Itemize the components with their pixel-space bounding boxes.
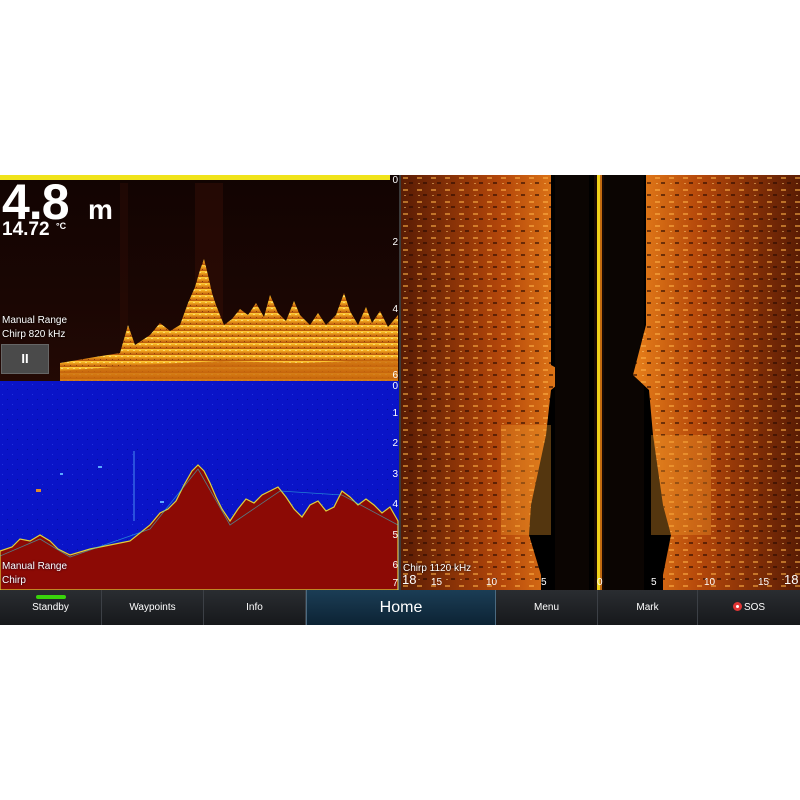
lower-scale-5: 5 [392,530,398,541]
home-label: Home [379,599,423,616]
lower-scale-4: 4 [392,499,398,510]
lower-scale-7: 7 [392,578,398,589]
standby-label: Standby [32,602,69,613]
lower-frequency: Chirp [2,575,26,586]
clearvu-sonar-returns [0,381,400,590]
side-scale-left-10: 10 [486,577,498,588]
upper-scale-2: 2 [392,237,398,248]
side-scale-right-10: 10 [704,577,716,588]
standby-indicator [36,595,66,599]
upper-scale-6: 6 [392,370,398,381]
upper-scale-0: 0 [392,175,398,186]
upper-frequency: Chirp 820 kHz [2,329,66,340]
pause-button[interactable]: II [1,344,49,374]
depth-unit: m [88,194,113,225]
lower-scale-3: 3 [392,469,398,480]
mark-button[interactable]: Mark [598,590,698,625]
side-scale-right-15: 15 [758,577,770,588]
lifebuoy-icon [732,602,742,611]
upper-range-mode: Manual Range [2,315,68,326]
side-scale-left-18: 18 [402,572,417,587]
sos-label: SOS [743,602,766,613]
upper-scale-4: 4 [392,304,398,315]
traditional-sonar-panel[interactable]: 4.8 m 14.72 °C Manual Range Chirp 820 kH… [0,175,400,381]
side-scale-right-5: 5 [651,577,657,588]
home-button[interactable]: Home [306,590,496,625]
standby-button[interactable]: Standby [0,590,102,625]
side-imaging-panel[interactable]: Chirp 1120 kHz 18 15 10 5 0 5 10 15 18 [401,175,800,590]
temperature-unit: °C [56,221,67,231]
info-button[interactable]: Info [204,590,306,625]
mark-label: Mark [636,602,659,613]
waypoints-button[interactable]: Waypoints [102,590,204,625]
water-temperature: 14.72 [2,219,50,240]
info-label: Info [246,602,263,613]
side-imaging-returns [401,175,800,590]
menu-label: Menu [533,602,559,613]
side-scale-left-5: 5 [541,577,547,588]
sonar-screen: 4.8 m 14.72 °C Manual Range Chirp 820 kH… [0,175,800,625]
lower-scale-6: 6 [392,560,398,571]
clearvu-sonar-panel[interactable]: Manual Range Chirp 0 1 2 3 4 5 6 7 [0,381,400,590]
waypoints-label: Waypoints [129,602,176,613]
sos-button[interactable]: SOS [698,590,800,625]
side-scale-left-15: 15 [431,577,443,588]
lower-scale-0: 0 [392,381,398,392]
side-scale-right-18: 18 [784,572,799,587]
lower-scale-1: 1 [392,408,398,419]
lower-range-mode: Manual Range [2,561,68,572]
menu-button[interactable]: Menu [496,590,598,625]
bottom-nav-bar: Standby Waypoints Info Home Menu Mark SO… [0,590,800,625]
lower-scale-2: 2 [392,438,398,449]
side-scale-center-0: 0 [597,577,603,588]
